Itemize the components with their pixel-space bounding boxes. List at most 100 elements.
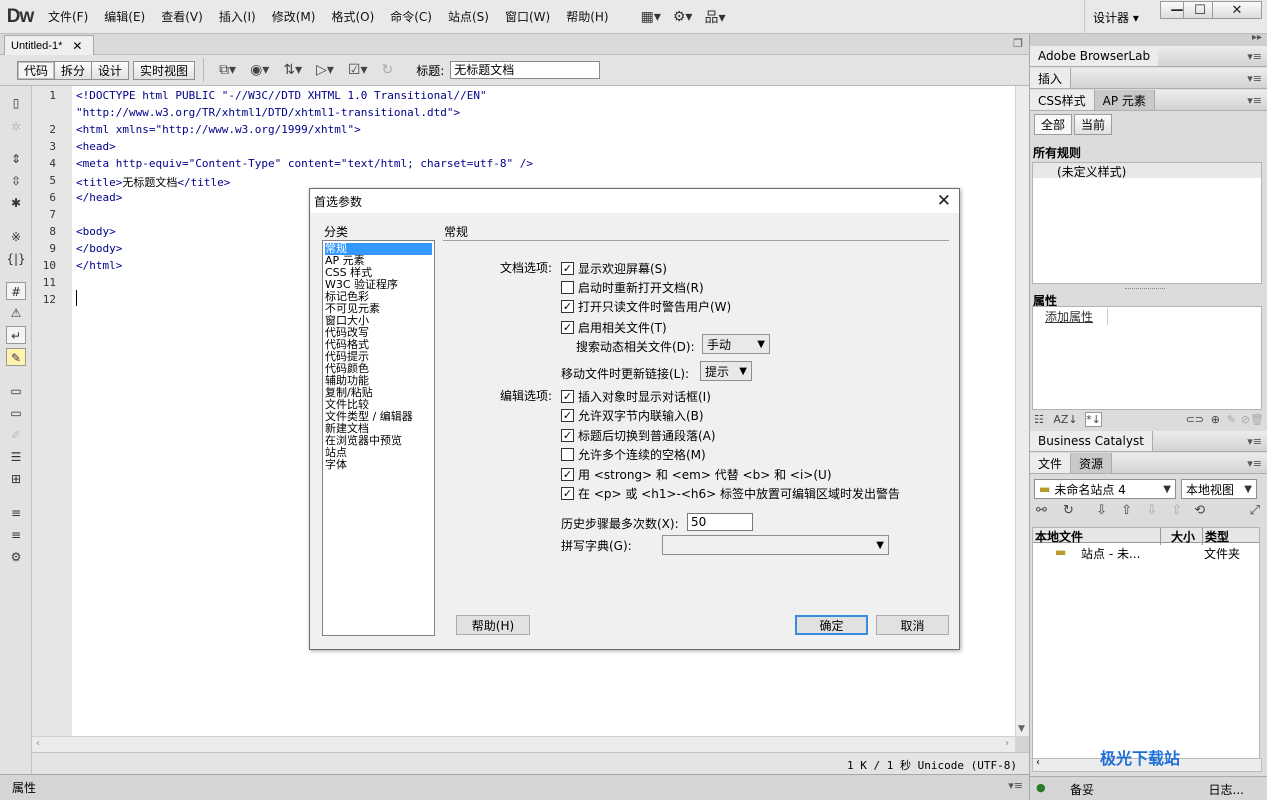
format-source-icon[interactable]: ⚙ bbox=[6, 548, 26, 566]
scroll-left-icon[interactable]: ‹ bbox=[36, 738, 40, 749]
option-warn-readonly[interactable]: ✓ 打开只读文件时警告用户(W) bbox=[561, 298, 731, 315]
check-in-icon[interactable]: ⇧ bbox=[1171, 503, 1182, 518]
extend-gear-icon[interactable]: ⚙▾ bbox=[667, 9, 699, 25]
checkbox-unchecked[interactable] bbox=[561, 448, 574, 461]
browserlab-tab[interactable]: Adobe BrowserLab bbox=[1030, 46, 1159, 66]
business-catalyst-tab[interactable]: Business Catalyst bbox=[1030, 431, 1153, 451]
check-out-icon[interactable]: ⇩ bbox=[1146, 503, 1157, 518]
attach-stylesheet-icon[interactable]: ⊂⊃ bbox=[1186, 413, 1204, 426]
insert-tab[interactable]: 插入 bbox=[1030, 68, 1072, 88]
properties-panel-bar[interactable]: 属性 ▾≡ bbox=[0, 774, 1029, 800]
panel-menu-icon[interactable]: ▾≡ bbox=[1247, 50, 1262, 63]
option-multiple-spaces[interactable]: 允许多个连续的空格(M) bbox=[561, 446, 706, 463]
line-numbers-icon[interactable]: # bbox=[6, 282, 26, 300]
splitter-grip[interactable] bbox=[1125, 288, 1165, 289]
workspace-switcher[interactable]: 设计器 ▾ bbox=[1084, 0, 1158, 34]
rule-row[interactable]: (未定义样式) bbox=[1033, 163, 1261, 179]
file-management-icon[interactable]: ⇅▾ bbox=[276, 62, 309, 78]
vertical-scrollbar[interactable]: ▼ bbox=[1015, 86, 1029, 736]
move-css-icon[interactable]: ⊞ bbox=[6, 470, 26, 488]
design-view-button[interactable]: 设计 bbox=[91, 60, 130, 80]
menu-site[interactable]: 站点(S) bbox=[440, 8, 497, 25]
menu-insert[interactable]: 插入(I) bbox=[211, 8, 264, 25]
wrap-tag-icon[interactable]: ✐ bbox=[6, 426, 26, 444]
refresh-icon[interactable]: ↻ bbox=[1063, 503, 1074, 518]
view-select[interactable]: 本地视图 ▼ bbox=[1181, 479, 1257, 499]
history-input[interactable]: 50 bbox=[687, 513, 753, 531]
option-switch-paragraph[interactable]: ✓ 标题后切换到普通段落(A) bbox=[561, 427, 716, 444]
log-button[interactable]: 日志... bbox=[1209, 781, 1244, 798]
current-button[interactable]: 当前 bbox=[1074, 114, 1113, 135]
delete-icon[interactable]: 🗑 bbox=[1250, 413, 1264, 426]
site-icon[interactable]: 品▾ bbox=[698, 7, 731, 27]
menu-edit[interactable]: 编辑(E) bbox=[96, 8, 153, 25]
panel-menu-icon[interactable]: ▾≡ bbox=[1247, 435, 1262, 448]
horizontal-scrollbar[interactable]: ‹ › bbox=[32, 736, 1015, 752]
file-row[interactable]: ▬ 站点 - 未... 文件夹 bbox=[1033, 545, 1259, 561]
css-styles-tab[interactable]: CSS样式 bbox=[1030, 90, 1095, 110]
search-related-select[interactable]: 手动 ▼ bbox=[702, 334, 770, 354]
checkbox-checked[interactable]: ✓ bbox=[561, 262, 574, 275]
layout-icon[interactable]: ▦▾ bbox=[635, 9, 667, 25]
outdent-icon[interactable]: ≡ bbox=[6, 526, 26, 544]
cancel-button[interactable]: 取消 bbox=[876, 615, 949, 635]
panel-menu-icon[interactable]: ▾≡ bbox=[1008, 779, 1023, 792]
files-tab[interactable]: 文件 bbox=[1030, 453, 1072, 473]
sync-icon[interactable]: ⟲ bbox=[1194, 503, 1205, 518]
option-show-welcome[interactable]: ✓ 显示欢迎屏幕(S) bbox=[561, 260, 667, 277]
update-links-select[interactable]: 提示 ▼ bbox=[700, 361, 752, 381]
menu-commands[interactable]: 命令(C) bbox=[382, 8, 440, 25]
live-view-button[interactable]: 实时视图 bbox=[133, 60, 196, 80]
edit-rule-icon[interactable]: ✎ bbox=[1227, 413, 1236, 426]
rules-list[interactable]: (未定义样式) bbox=[1032, 162, 1262, 284]
close-tab-icon[interactable]: ✕ bbox=[72, 39, 82, 53]
balance-braces-icon[interactable]: {|} bbox=[6, 250, 26, 268]
collapse-full-tag-icon[interactable]: ⇕ bbox=[6, 150, 26, 168]
option-double-byte[interactable]: ✓ 允许双字节内联输入(B) bbox=[561, 407, 704, 424]
category-list[interactable]: 常规 AP 元素 CSS 样式 W3C 验证程序 标记色彩 不可见元素 窗口大小… bbox=[322, 240, 435, 636]
column-local-files[interactable]: 本地文件 bbox=[1035, 528, 1083, 545]
menu-modify[interactable]: 修改(M) bbox=[264, 8, 324, 25]
panel-menu-icon[interactable]: ▾≡ bbox=[1247, 457, 1262, 470]
ok-button[interactable]: 确定 bbox=[795, 615, 868, 635]
checkbox-checked[interactable]: ✓ bbox=[561, 321, 574, 334]
apply-comment-icon[interactable]: ▭ bbox=[6, 382, 26, 400]
visual-aids-icon[interactable]: ▷▾ bbox=[309, 62, 341, 78]
browserlab-panel-header[interactable]: Adobe BrowserLab ▾≡ bbox=[1030, 46, 1267, 67]
disable-icon[interactable]: ⊘ bbox=[1241, 413, 1250, 426]
connect-icon[interactable]: ⚯ bbox=[1036, 503, 1047, 518]
option-reopen-docs[interactable]: 启动时重新打开文档(R) bbox=[561, 279, 704, 296]
sort-az-icon[interactable]: AZ↓ bbox=[1053, 413, 1077, 426]
checkbox-checked[interactable]: ✓ bbox=[561, 390, 574, 403]
expand-all-icon[interactable]: ✱ bbox=[6, 194, 26, 212]
document-tab[interactable]: Untitled-1* ✕ bbox=[4, 35, 94, 55]
get-files-icon[interactable]: ⇩ bbox=[1096, 503, 1107, 518]
title-input[interactable]: 无标题文档 bbox=[450, 61, 601, 79]
collapse-selection-icon[interactable]: ⇳ bbox=[6, 172, 26, 190]
scroll-down-icon[interactable]: ▼ bbox=[1018, 724, 1025, 734]
show-set-icon[interactable]: *↓ bbox=[1085, 412, 1102, 427]
close-button[interactable]: ✕ bbox=[1212, 1, 1262, 19]
scroll-right-icon[interactable]: › bbox=[1005, 738, 1009, 749]
option-insert-dialog[interactable]: ✓ 插入对象时显示对话框(I) bbox=[561, 388, 711, 405]
checkbox-checked[interactable]: ✓ bbox=[561, 429, 574, 442]
multiscreen-icon[interactable]: ⧉▾ bbox=[212, 62, 243, 78]
assets-tab[interactable]: 资源 bbox=[1071, 453, 1113, 473]
highlight-invalid-icon[interactable]: ⚠ bbox=[6, 304, 26, 322]
validate-icon[interactable]: ☑▾ bbox=[341, 62, 375, 78]
refresh-icon[interactable]: ↻ bbox=[374, 62, 400, 78]
file-list[interactable]: 本地文件 大小 类型 ▬ 站点 - 未... 文件夹 bbox=[1032, 527, 1260, 759]
show-category-icon[interactable]: ☷ bbox=[1034, 413, 1044, 426]
checkbox-checked[interactable]: ✓ bbox=[561, 487, 574, 500]
restore-icon[interactable]: ❐ bbox=[1013, 37, 1023, 50]
word-wrap-icon[interactable]: ↵ bbox=[6, 326, 26, 344]
indent-icon[interactable]: ≡ bbox=[6, 504, 26, 522]
help-button[interactable]: 帮助(H) bbox=[456, 615, 530, 635]
column-size[interactable]: 大小 bbox=[1160, 528, 1202, 545]
all-button[interactable]: 全部 bbox=[1034, 114, 1073, 135]
syntax-coloring-icon[interactable]: ✎ bbox=[6, 348, 26, 366]
spell-dictionary-select[interactable]: ▼ bbox=[662, 535, 889, 555]
category-item[interactable]: 字体 bbox=[325, 459, 432, 471]
menu-format[interactable]: 格式(O) bbox=[323, 8, 382, 25]
panel-menu-icon[interactable]: ▾≡ bbox=[1247, 94, 1262, 107]
